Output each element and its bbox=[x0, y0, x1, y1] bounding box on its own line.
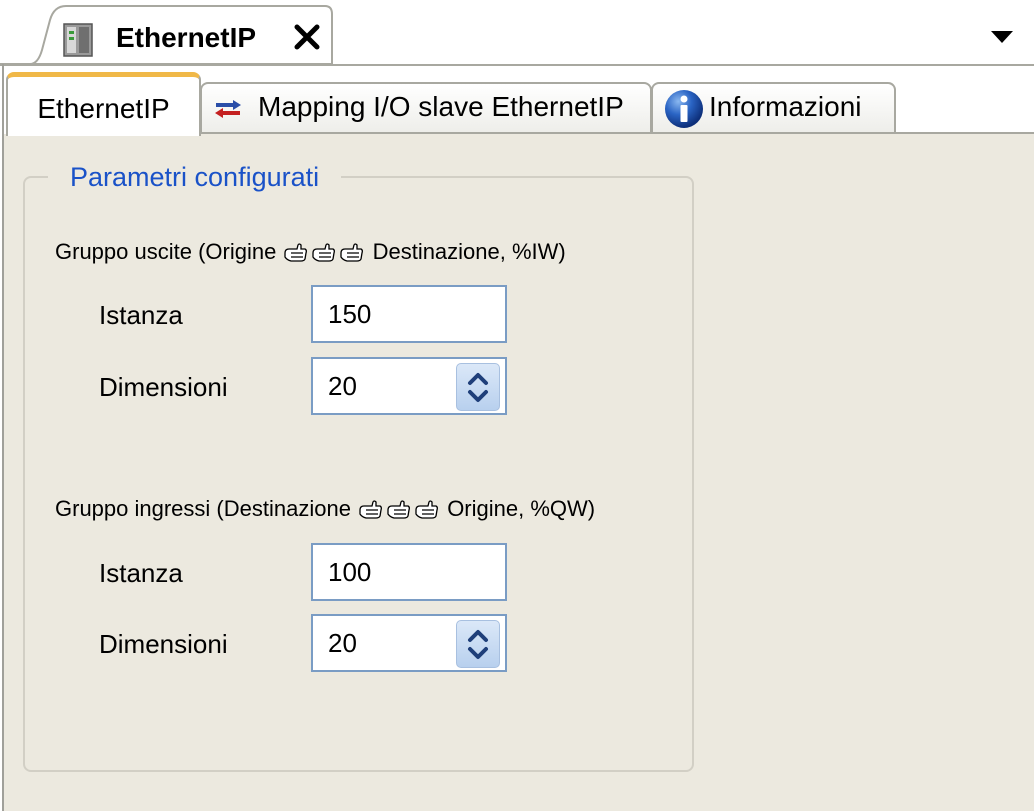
hand-pointer-icon bbox=[284, 243, 308, 262]
tab-mapping-io[interactable]: Mapping I/O slave EthernetIP bbox=[200, 82, 652, 132]
outputs-section-label: Gruppo uscite (Origine Destinazione, %IW… bbox=[55, 238, 566, 266]
outputs-label-prefix: Gruppo uscite (Origine bbox=[55, 239, 277, 264]
chevron-down-icon[interactable] bbox=[990, 30, 1014, 44]
panel-left-border bbox=[2, 64, 4, 811]
tab-informazioni[interactable]: Informazioni bbox=[651, 82, 896, 132]
editor-tab-title: EthernetIP bbox=[116, 22, 257, 53]
outputs-instance-label: Istanza bbox=[99, 300, 183, 330]
tab-info-label: Informazioni bbox=[709, 91, 862, 122]
outputs-label-suffix: Destinazione, %IW) bbox=[372, 239, 566, 264]
group-title: Parametri configurati bbox=[48, 160, 342, 194]
close-icon[interactable] bbox=[292, 22, 322, 52]
tab-ethernetip-label: EthernetIP bbox=[37, 93, 170, 124]
device-icon bbox=[63, 23, 93, 57]
outputs-size-spinner-icon[interactable] bbox=[456, 363, 500, 411]
inputs-label-suffix: Origine, %QW) bbox=[447, 496, 596, 521]
exchange-arrows-icon bbox=[215, 100, 241, 118]
inputs-section-label: Gruppo ingressi (Destinazione Origine, %… bbox=[55, 495, 595, 523]
outputs-size-value: 20 bbox=[328, 371, 357, 401]
inputs-size-value: 20 bbox=[328, 628, 357, 658]
hand-pointer-icon bbox=[340, 243, 364, 262]
editor-tab-strip: EthernetIP bbox=[0, 0, 1034, 66]
hand-pointer-icon bbox=[415, 500, 439, 519]
inputs-label-prefix: Gruppo ingressi (Destinazione bbox=[55, 496, 351, 521]
hand-pointer-icon bbox=[359, 500, 383, 519]
inputs-instance-label: Istanza bbox=[99, 558, 183, 588]
outputs-size-label: Dimensioni bbox=[99, 372, 228, 402]
inputs-size-label: Dimensioni bbox=[99, 629, 228, 659]
inputs-instance-field[interactable]: 100 bbox=[311, 543, 507, 601]
info-icon bbox=[665, 90, 703, 128]
tab-mapping-label: Mapping I/O slave EthernetIP bbox=[258, 91, 624, 122]
outputs-instance-field[interactable]: 150 bbox=[311, 285, 507, 343]
inputs-size-spinner-icon[interactable] bbox=[456, 620, 500, 668]
tab-ethernetip[interactable]: EthernetIP bbox=[6, 72, 201, 136]
hand-pointer-icon bbox=[387, 500, 411, 519]
hand-pointer-icon bbox=[312, 243, 336, 262]
